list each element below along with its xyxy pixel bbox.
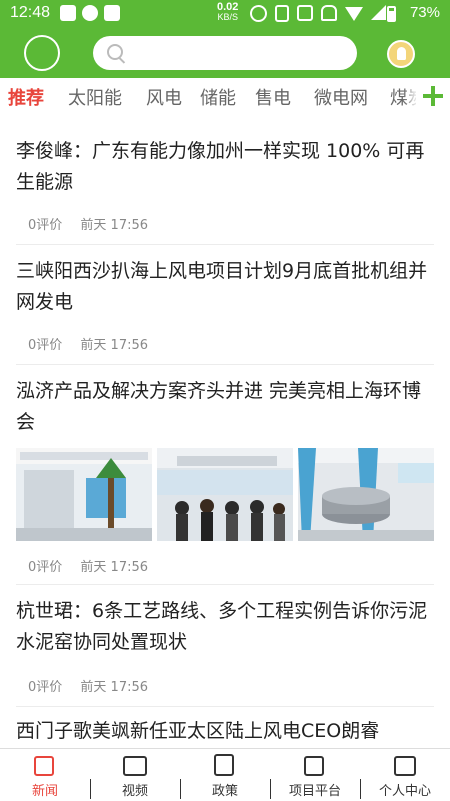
- nav-label: 政策: [211, 784, 238, 799]
- policy-document-icon: [214, 754, 234, 776]
- nav-news[interactable]: 新闻: [0, 749, 90, 801]
- plus-icon[interactable]: [416, 78, 450, 114]
- comment-count: 0评价: [28, 560, 63, 575]
- article-item[interactable]: 李俊峰：广东有能力像加州一样实现 100% 可再生能源 0评价 前天 17:56: [16, 116, 434, 245]
- article-thumbnail[interactable]: [298, 448, 434, 541]
- article-item[interactable]: 三峡阳西沙扒海上风电项目计划9月底首批机组并网发电 0评价 前天 17:56: [16, 244, 434, 365]
- comment-count: 0评价: [28, 218, 63, 233]
- status-left-icons: [60, 5, 120, 21]
- publish-time: 前天 17:56: [80, 680, 149, 695]
- search-icon: [107, 44, 123, 60]
- nav-profile[interactable]: 个人中心: [360, 749, 450, 801]
- article-title: 杭世珺：6条工艺路线、多个工程实例告诉你污泥水泥窑协同处置现状: [16, 600, 428, 653]
- battery-percent: 73%: [409, 4, 440, 21]
- signal-icon: [371, 5, 386, 20]
- article-item[interactable]: 泓济产品及解决方案齐头并进 完美亮相上海环博会 0评价 前天 17:56: [16, 364, 434, 585]
- article-title: 西门子歌美飒新任亚太区陆上风电CEO朗睿: [16, 720, 380, 742]
- bottom-navigation: 新闻 视频 政策 项目平台 个人中心: [0, 748, 450, 801]
- article-title: 李俊峰：广东有能力像加州一样实现 100% 可再生能源: [16, 140, 425, 193]
- news-icon: [34, 756, 54, 776]
- article-item[interactable]: 西门子歌美飒新任亚太区陆上风电CEO朗睿: [16, 706, 434, 748]
- nav-video[interactable]: 视频: [90, 749, 180, 801]
- video-icon: [123, 756, 147, 776]
- app-header: [0, 28, 450, 78]
- article-title: 泓济产品及解决方案齐头并进 完美亮相上海环博会: [16, 380, 422, 433]
- article-meta: 0评价 前天 17:56: [28, 556, 148, 575]
- article-meta: 0评价 前天 17:56: [28, 334, 148, 353]
- article-image-row: [16, 448, 434, 541]
- comment-count: 0评价: [28, 680, 63, 695]
- article-thumbnail[interactable]: [16, 448, 152, 541]
- network-speed-unit: KB/S: [217, 12, 238, 22]
- news-feed: 李俊峰：广东有能力像加州一样实现 100% 可再生能源 0评价 前天 17:56…: [0, 116, 450, 748]
- tab-solar[interactable]: 太阳能: [68, 84, 122, 110]
- mute-icon: [321, 5, 337, 21]
- status-bar: 12:48 0.02 KB/S 73%: [0, 0, 450, 28]
- battery-icon: [387, 6, 396, 22]
- mail-icon: [60, 5, 76, 21]
- publish-time: 前天 17:56: [80, 560, 149, 575]
- profile-icon: [394, 756, 416, 776]
- nav-label: 视频: [121, 784, 148, 799]
- app-notification-icon: [82, 5, 98, 21]
- status-right-icons: [250, 5, 386, 22]
- nfc-icon: [297, 5, 313, 21]
- vibrate-icon: [275, 5, 289, 22]
- network-speed: 0.02 KB/S: [217, 1, 239, 23]
- comment-count: 0评价: [28, 338, 63, 353]
- article-item[interactable]: 杭世珺：6条工艺路线、多个工程实例告诉你污泥水泥窑协同处置现状 0评价 前天 1…: [16, 584, 434, 707]
- article-meta: 0评价 前天 17:56: [28, 676, 148, 695]
- article-title: 三峡阳西沙扒海上风电项目计划9月底首批机组并网发电: [16, 260, 428, 313]
- network-speed-value: 0.02: [217, 1, 239, 13]
- nav-label: 项目平台: [288, 784, 341, 799]
- status-time: 12:48: [10, 4, 51, 21]
- app-logo-icon[interactable]: [24, 35, 60, 71]
- wifi-icon: [345, 7, 363, 21]
- nav-policy[interactable]: 政策: [180, 749, 270, 801]
- publish-time: 前天 17:56: [80, 218, 149, 233]
- image-icon: [104, 5, 120, 21]
- nav-project-platform[interactable]: 项目平台: [270, 749, 360, 801]
- article-meta: 0评价 前天 17:56: [28, 214, 148, 233]
- alarm-icon: [250, 5, 267, 22]
- tab-wind[interactable]: 风电: [146, 84, 182, 110]
- user-avatar-icon[interactable]: [387, 40, 415, 68]
- tab-storage[interactable]: 储能: [200, 84, 236, 110]
- nav-label: 个人中心: [378, 784, 431, 799]
- category-tab-bar: 推荐 太阳能 风电 储能 售电 微电网 煤炭: [0, 78, 450, 116]
- tab-electricity-sales[interactable]: 售电: [255, 84, 291, 110]
- publish-time: 前天 17:56: [80, 338, 149, 353]
- tab-recommended[interactable]: 推荐: [8, 84, 44, 110]
- tab-microgrid[interactable]: 微电网: [314, 84, 368, 110]
- nav-label: 新闻: [31, 784, 58, 799]
- search-box[interactable]: [93, 36, 357, 70]
- article-thumbnail[interactable]: [157, 448, 293, 541]
- search-input[interactable]: [131, 42, 345, 66]
- project-platform-icon: [304, 756, 324, 776]
